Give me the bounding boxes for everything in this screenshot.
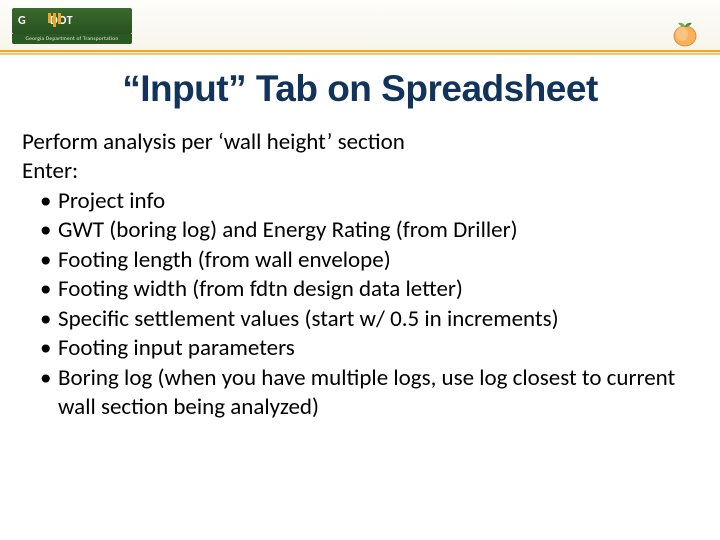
list-item: Footing length (from wall envelope) — [40, 246, 700, 275]
list-item: Footing width (from fdtn design data let… — [40, 275, 700, 304]
header-divider — [0, 50, 720, 56]
slide-body: Perform analysis per ‘wall height’ secti… — [0, 110, 720, 422]
bullet-text: Footing input parameters — [58, 334, 295, 362]
bullet-text: Project info — [58, 187, 165, 215]
list-item: Project info — [40, 187, 700, 216]
bullet-list: Project info GWT (boring log) and Energy… — [22, 187, 700, 423]
lead-line-2: Enter: — [22, 157, 700, 186]
bullet-text: Boring log (when you have multiple logs,… — [58, 364, 675, 421]
list-item: Footing input parameters — [40, 334, 700, 363]
logo-bars-icon — [48, 13, 61, 27]
peach-icon — [670, 18, 700, 48]
header-band: G DOT Georgia Department of Transportati… — [0, 0, 720, 54]
list-item: GWT (boring log) and Energy Rating (from… — [40, 216, 700, 245]
list-item: Boring log (when you have multiple logs,… — [40, 364, 700, 423]
slide-title: “Input” Tab on Spreadsheet — [0, 68, 720, 110]
list-item: Specific settlement values (start w/ 0.5… — [40, 305, 700, 334]
lead-line-1: Perform analysis per ‘wall height’ secti… — [22, 128, 700, 157]
bullet-text: Footing length (from wall envelope) — [58, 246, 391, 274]
logo-g: G — [18, 14, 26, 28]
logo-main: G DOT — [12, 8, 132, 34]
bullet-text: Specific settlement values (start w/ 0.5… — [58, 305, 559, 333]
logo-subtitle: Georgia Department of Transportation — [12, 34, 132, 44]
gdot-logo: G DOT Georgia Department of Transportati… — [12, 8, 132, 46]
bullet-text: GWT (boring log) and Energy Rating (from… — [58, 216, 518, 244]
bullet-text: Footing width (from fdtn design data let… — [58, 275, 463, 303]
